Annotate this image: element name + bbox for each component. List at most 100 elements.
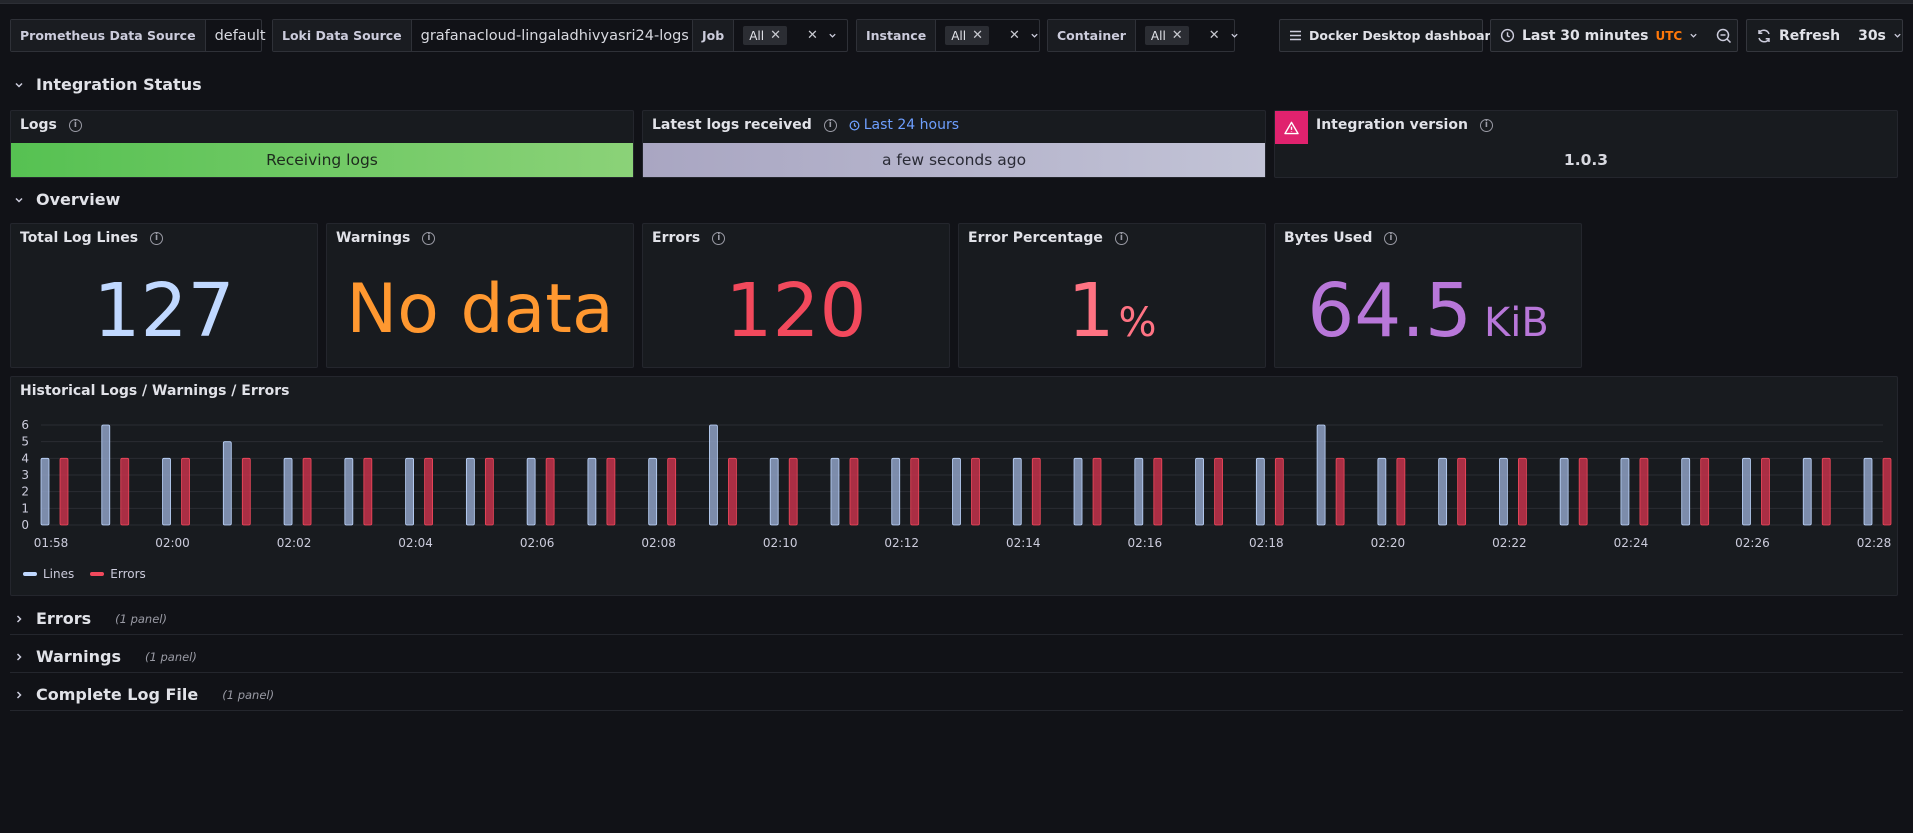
row-complete-log-file[interactable]: Complete Log File (1 panel) — [14, 685, 274, 704]
x-tick-label: 02:28 — [1857, 536, 1892, 550]
bar-errors — [120, 457, 130, 526]
info-icon[interactable]: i — [422, 231, 436, 245]
y-tick-label: 2 — [21, 485, 29, 499]
bar-errors — [181, 457, 190, 526]
refresh-interval-picker[interactable]: 30s — [1849, 20, 1911, 51]
bar-errors — [788, 457, 798, 526]
info-icon[interactable]: i — [150, 231, 164, 245]
row-title: Errors — [36, 609, 92, 628]
prometheus-datasource-value: default — [214, 27, 266, 44]
remove-icon[interactable]: ✕ — [972, 28, 983, 43]
container-variable-picker[interactable]: Container All ✕ ✕ — [1047, 19, 1238, 52]
refresh-button[interactable]: Refresh — [1747, 20, 1849, 51]
top-border — [0, 0, 1913, 4]
bar-errors — [606, 457, 616, 526]
bar-errors — [1639, 457, 1649, 526]
refresh-picker[interactable]: Refresh 30s — [1746, 19, 1903, 52]
info-icon[interactable]: i — [1114, 231, 1128, 245]
info-icon[interactable]: i — [823, 118, 837, 132]
x-tick-label: 02:10 — [763, 536, 798, 550]
bar-errors — [1578, 457, 1588, 526]
legend-label: Lines — [43, 567, 75, 581]
row-panel-count: (1 panel) — [145, 649, 197, 664]
panel-title: Integration version — [1316, 117, 1468, 133]
clear-icon[interactable]: ✕ — [1209, 28, 1220, 43]
bar-lines — [1255, 457, 1265, 526]
row-errors[interactable]: Errors (1 panel) — [14, 609, 167, 628]
chart-title: Historical Logs / Warnings / Errors — [20, 383, 290, 399]
x-tick-label: 02:18 — [1249, 536, 1284, 550]
prometheus-datasource-picker[interactable]: Prometheus Data Source default — [10, 19, 284, 52]
time-range-picker[interactable]: Last 30 minutes UTC — [1490, 19, 1738, 52]
dashboards-link-button[interactable]: Docker Desktop dashboards — [1279, 19, 1507, 52]
refresh-label: Refresh — [1779, 27, 1841, 44]
variable-bar: Prometheus Data Source default Loki Data… — [10, 19, 1903, 52]
panel-title: Errors — [652, 230, 701, 246]
job-value-chip[interactable]: All ✕ — [743, 26, 787, 45]
refresh-icon — [1758, 28, 1770, 43]
integration-version-panel: Integration version i 1.0.3 — [1274, 110, 1898, 178]
remove-icon[interactable]: ✕ — [1172, 28, 1183, 43]
errors-stat-panel: Errors i 120 — [642, 223, 950, 368]
bar-lines — [222, 441, 232, 526]
container-value-chip[interactable]: All ✕ — [1144, 26, 1189, 45]
latest-logs-value: a few seconds ago — [643, 143, 1265, 177]
y-tick-label: 6 — [21, 418, 29, 432]
bar-errors — [1882, 457, 1892, 526]
bar-errors — [1092, 457, 1102, 526]
loki-datasource-picker[interactable]: Loki Data Source grafanacloud-lingaladhi… — [272, 19, 707, 52]
time-range-label: Last 30 minutes — [1522, 27, 1649, 44]
clear-icon[interactable]: ✕ — [1009, 28, 1020, 43]
legend-item-lines[interactable]: Lines — [23, 567, 74, 581]
bar-lines — [344, 457, 354, 526]
y-tick-label: 0 — [21, 518, 29, 532]
x-tick-label: 02:24 — [1614, 536, 1649, 550]
x-tick-label: 02:14 — [1006, 536, 1041, 550]
logs-status-panel: Logs i Receiving logs — [10, 110, 634, 178]
legend-item-errors[interactable]: Errors — [90, 567, 146, 581]
warning-badge[interactable] — [1275, 111, 1308, 144]
bar-errors — [1214, 457, 1223, 526]
instance-value-chip[interactable]: All ✕ — [945, 26, 989, 45]
row-warnings[interactable]: Warnings (1 panel) — [14, 647, 197, 666]
container-value: All — [1150, 28, 1166, 43]
row-title: Overview — [36, 190, 121, 209]
chevron-right-icon — [16, 614, 22, 623]
info-icon[interactable]: i — [712, 231, 726, 245]
bar-errors — [1761, 457, 1770, 526]
bar-lines — [1316, 424, 1326, 526]
chevron-down-icon — [1230, 33, 1238, 38]
remove-icon[interactable]: ✕ — [770, 28, 781, 43]
bar-lines — [1620, 457, 1630, 526]
info-icon[interactable]: i — [1384, 231, 1398, 245]
info-icon[interactable]: i — [68, 118, 82, 132]
bar-lines — [1134, 457, 1144, 526]
bar-errors — [971, 457, 980, 526]
row-divider — [10, 634, 1903, 635]
bar-lines — [1742, 457, 1751, 526]
bar-errors — [1700, 457, 1710, 526]
zoom-out-button[interactable] — [1707, 20, 1741, 51]
x-tick-label: 02:06 — [520, 536, 555, 550]
row-integration-status[interactable]: Integration Status — [14, 75, 202, 94]
bar-errors — [363, 457, 373, 526]
bar-errors — [1457, 457, 1467, 526]
x-tick-label: 02:16 — [1128, 536, 1163, 550]
bar-chart: 0 1 2 3 4 5 6 01:58 02:00 02:02 02:04 02:06 02:08 02:… — [21, 418, 1892, 550]
x-tick-label: 02:20 — [1371, 536, 1406, 550]
legend-swatch — [90, 572, 105, 576]
bytes-used-panel: Bytes Used i 64.5 KiB — [1274, 223, 1582, 368]
bar-lines — [587, 457, 597, 526]
panel-title: Bytes Used — [1284, 230, 1373, 246]
instance-variable-picker[interactable]: Instance All ✕ ✕ — [856, 19, 1040, 52]
bar-lines — [891, 457, 901, 526]
bar-lines — [1438, 457, 1448, 526]
chevron-down-icon — [1690, 33, 1697, 38]
job-variable-picker[interactable]: Job All ✕ ✕ — [692, 19, 848, 52]
row-overview[interactable]: Overview — [14, 190, 120, 209]
time-override-link[interactable]: Last 24 hours — [849, 117, 959, 133]
clear-icon[interactable]: ✕ — [807, 28, 818, 43]
prometheus-datasource-label: Prometheus Data Source — [11, 20, 206, 51]
zoom-out-icon — [1716, 28, 1732, 43]
info-icon[interactable]: i — [1479, 118, 1493, 132]
